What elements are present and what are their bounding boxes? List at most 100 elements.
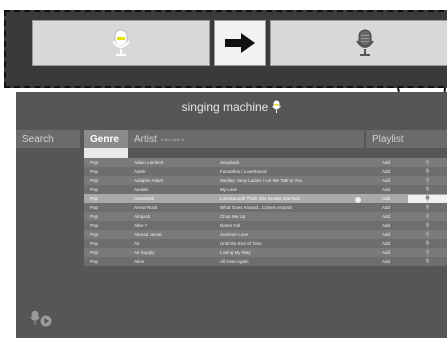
tab-playlist-label: Playlist	[372, 133, 404, 145]
add-button[interactable]: Add	[364, 223, 408, 228]
add-button[interactable]: Add	[364, 169, 408, 174]
mic-icon	[425, 257, 430, 265]
mic-icon	[425, 203, 430, 211]
artist-cell: Adolphe Adam	[134, 178, 164, 183]
add-button[interactable]: Add	[364, 259, 408, 264]
mic-icon	[425, 221, 430, 229]
tab-artist-sub: in the style of	[160, 136, 185, 142]
tab-artist[interactable]: Artist in the style of	[128, 130, 216, 148]
tab-genre[interactable]: Genre	[84, 130, 128, 148]
app-title: singing machine	[16, 100, 447, 114]
tab-genre-label: Genre	[90, 133, 119, 145]
tab-artist-label: Artist	[134, 133, 157, 145]
table-row[interactable]: Pop Air Until the End of Time Add	[84, 239, 447, 248]
karaoke-app: singing machine Search Genre Artist in th…	[16, 92, 447, 338]
row-mic-cell[interactable]	[408, 185, 447, 194]
add-button[interactable]: Add	[364, 241, 408, 246]
song-cell: Summer Love	[220, 232, 249, 237]
artist-cell: After 7	[134, 223, 148, 228]
song-cell: LoveSound/I Think She Knows Interlude	[216, 196, 364, 203]
row-mic-cell[interactable]	[408, 176, 447, 185]
play-icon[interactable]	[40, 315, 52, 327]
artist-cell: Aerosmith	[134, 196, 155, 201]
row-mic-cell[interactable]	[408, 221, 447, 230]
genre-cell: Pop	[90, 196, 99, 201]
mic-icon[interactable]	[30, 310, 40, 326]
table-row[interactable]: Pop Aerosmith LoveSound/I Think She Knows …	[84, 194, 447, 203]
row-mic-cell[interactable]	[408, 167, 447, 176]
genre-cell: Pop	[90, 250, 99, 255]
artist-cell: Adele	[134, 169, 146, 174]
mic-icon	[425, 239, 430, 247]
mic-icon	[425, 167, 430, 175]
artist-cell: Aeolah	[134, 187, 149, 192]
play-indicator-icon[interactable]	[355, 197, 361, 203]
row-mic-cell[interactable]	[408, 194, 447, 203]
song-cell: Futurefies / LoveSound	[220, 169, 267, 174]
mic-icon	[425, 194, 430, 202]
table-row[interactable]: Pop Aeolah My Love Add	[84, 185, 447, 194]
artist-cell: Afrojack	[134, 214, 151, 219]
table-row[interactable]: Pop After 7 Damn Girl Add	[84, 221, 447, 230]
artist-cell: Air Supply	[134, 250, 155, 255]
row-mic-cell[interactable]	[408, 248, 447, 257]
row-mic-cell[interactable]	[408, 212, 447, 221]
artist-cell: Air	[134, 241, 140, 246]
artist-cell: Arrow Rock	[134, 205, 158, 210]
table-row[interactable]: Pop Akon All Over Again Add	[84, 257, 447, 266]
row-mic-cell[interactable]	[408, 203, 447, 212]
row-mic-cell[interactable]	[408, 257, 447, 266]
artist-cell: Akon	[134, 259, 145, 264]
tab-search[interactable]: Search	[16, 130, 80, 148]
tab-song	[216, 130, 364, 148]
genre-cell: Pop	[90, 214, 99, 219]
artist-cell: Ahmad Jamal	[134, 232, 162, 237]
add-button[interactable]: Add	[364, 160, 408, 165]
song-cell: Sexyback	[220, 160, 240, 165]
add-button[interactable]: Add	[364, 250, 408, 255]
add-button[interactable]: Add	[364, 232, 408, 237]
add-button[interactable]: Add	[364, 187, 408, 192]
table-row[interactable]: Pop Adele Futurefies / LoveSound Add	[84, 167, 447, 176]
genre-filter[interactable]	[84, 148, 128, 158]
genre-cell: Pop	[90, 160, 99, 165]
tab-mic	[408, 130, 447, 148]
table-row[interactable]: Pop Ahmad Jamal Summer Love Add	[84, 230, 447, 239]
genre-cell: Pop	[90, 223, 99, 228]
song-cell: My Love	[220, 187, 238, 192]
tab-playlist[interactable]: Playlist	[366, 130, 408, 148]
add-button[interactable]: Add	[364, 196, 408, 201]
mic-icon	[425, 230, 430, 238]
table-row[interactable]: Pop Arrow Rock What Goes Around...Comes Ar…	[84, 203, 447, 212]
mic-icon	[425, 212, 430, 220]
mic-icon	[272, 100, 282, 113]
song-cell: Chop Me Up	[220, 214, 246, 219]
add-button[interactable]: Add	[364, 178, 408, 183]
table-row[interactable]: Pop Air Supply Losing My Way Add	[84, 248, 447, 257]
song-cell: What Goes Around...Comes Around	[220, 205, 292, 210]
add-button[interactable]: Add	[364, 214, 408, 219]
genre-cell: Pop	[90, 232, 99, 237]
mic-icon	[425, 158, 430, 166]
genre-cell: Pop	[90, 169, 99, 174]
song-cell: Losing My Way	[220, 250, 251, 255]
genre-cell: Pop	[90, 241, 99, 246]
song-cell: All Over Again	[220, 259, 249, 264]
artist-cell: Adam Lambert	[134, 160, 164, 165]
table-row[interactable]: Pop Adam Lambert Sexyback Add	[84, 158, 447, 167]
table-row[interactable]: Pop Adolphe Adam Medley: Sexy Ladies / Let…	[84, 176, 447, 185]
mic-icon	[425, 248, 430, 256]
row-mic-cell[interactable]	[408, 239, 447, 248]
table-row[interactable]: Pop Afrojack Chop Me Up Add	[84, 212, 447, 221]
mic-icon	[425, 185, 430, 193]
app-title-text: singing machine	[181, 100, 269, 114]
genre-cell: Pop	[90, 178, 99, 183]
song-list: Pop Adam Lambert Sexyback Add Pop Adele Future…	[84, 158, 447, 266]
row-mic-cell[interactable]	[408, 230, 447, 239]
add-button[interactable]: Add	[364, 205, 408, 210]
tab-search-label: Search	[22, 133, 54, 145]
song-cell: Until the End of Time	[220, 241, 262, 246]
row-mic-cell[interactable]	[408, 158, 447, 167]
mic-icon	[425, 176, 430, 184]
genre-cell: Pop	[90, 259, 99, 264]
